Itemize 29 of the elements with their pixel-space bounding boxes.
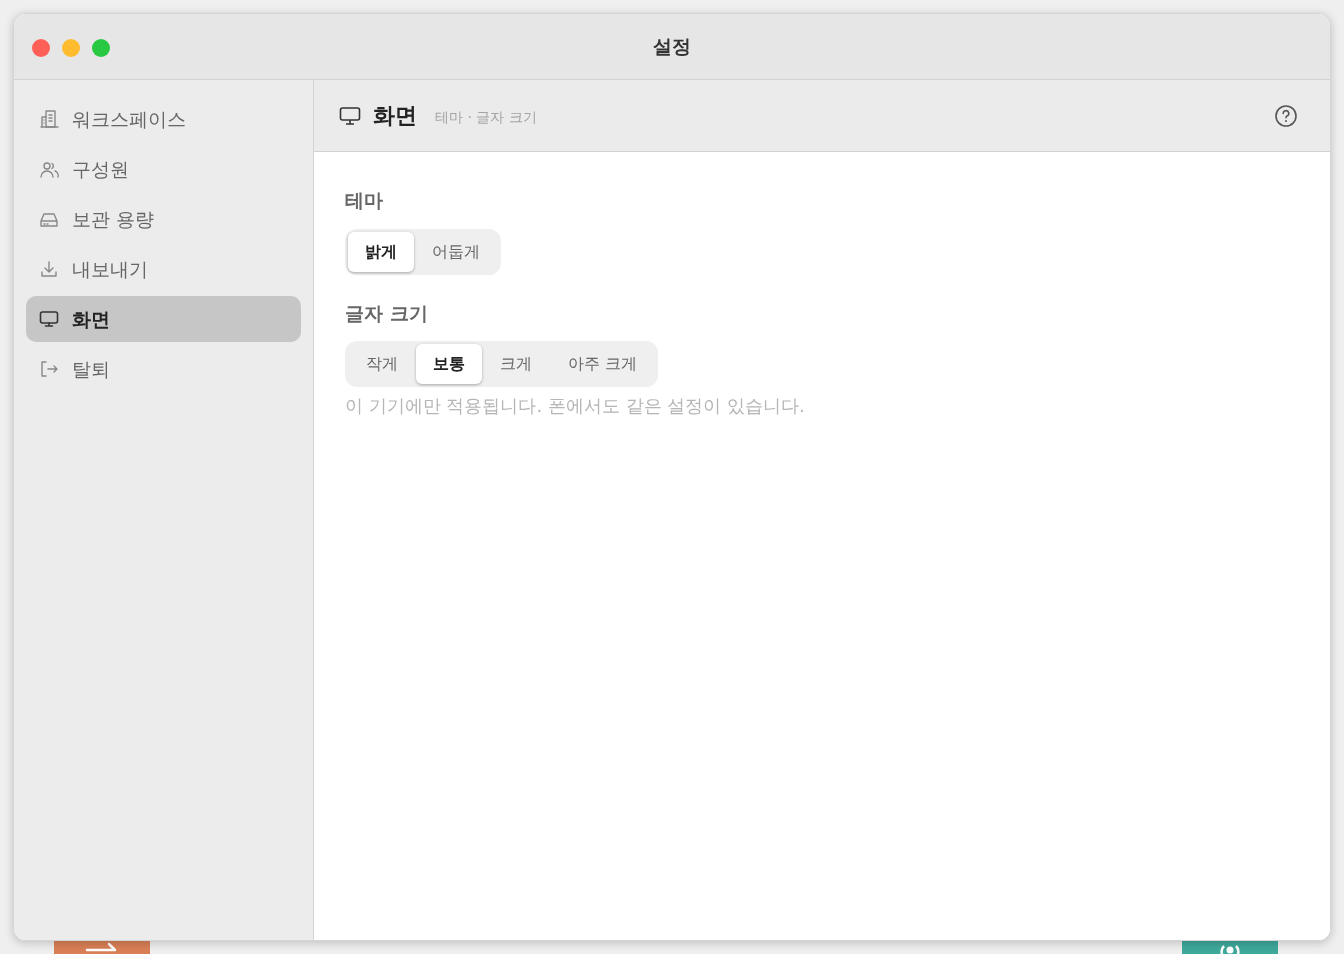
sidebar-item[interactable]: 화면	[26, 296, 301, 342]
segment-option[interactable]: 보통	[416, 344, 482, 384]
window-title: 설정	[653, 34, 691, 60]
arrow-icon	[85, 942, 119, 954]
app-tile[interactable]	[54, 941, 150, 954]
logout-icon	[38, 359, 60, 379]
section-heading: 글자 크기	[345, 300, 428, 326]
segment-option[interactable]: 크게	[482, 344, 550, 384]
building-icon	[38, 109, 60, 129]
page-title: 화면	[373, 102, 417, 130]
people-icon	[38, 159, 60, 179]
segment-option[interactable]: 작게	[348, 344, 416, 384]
help-icon[interactable]	[1274, 103, 1298, 128]
close-button[interactable]	[32, 39, 50, 57]
monitor-icon	[339, 105, 361, 126]
page-subtitle: 테마 · 글자 크기	[435, 108, 537, 127]
sidebar-item[interactable]: 워크스페이스	[26, 96, 301, 142]
segment-option[interactable]: 아주 크게	[550, 344, 656, 384]
sidebar-item[interactable]: 탈퇴	[26, 346, 301, 392]
help-text: 이 기기에만 적용됩니다. 폰에서도 같은 설정이 있습니다.	[345, 394, 805, 418]
sidebar-item[interactable]: 구성원	[26, 146, 301, 192]
section-heading: 테마	[345, 188, 383, 213]
monitor-icon	[38, 309, 60, 329]
sidebar-item[interactable]: 내보내기	[26, 246, 301, 292]
download-icon	[38, 259, 60, 279]
segment-option[interactable]: 어둡게	[414, 231, 498, 272]
sidebar-item[interactable]: 보관 용량	[26, 196, 301, 242]
segment-option[interactable]: 밝게	[348, 231, 414, 272]
app-tile[interactable]	[1182, 941, 1278, 954]
